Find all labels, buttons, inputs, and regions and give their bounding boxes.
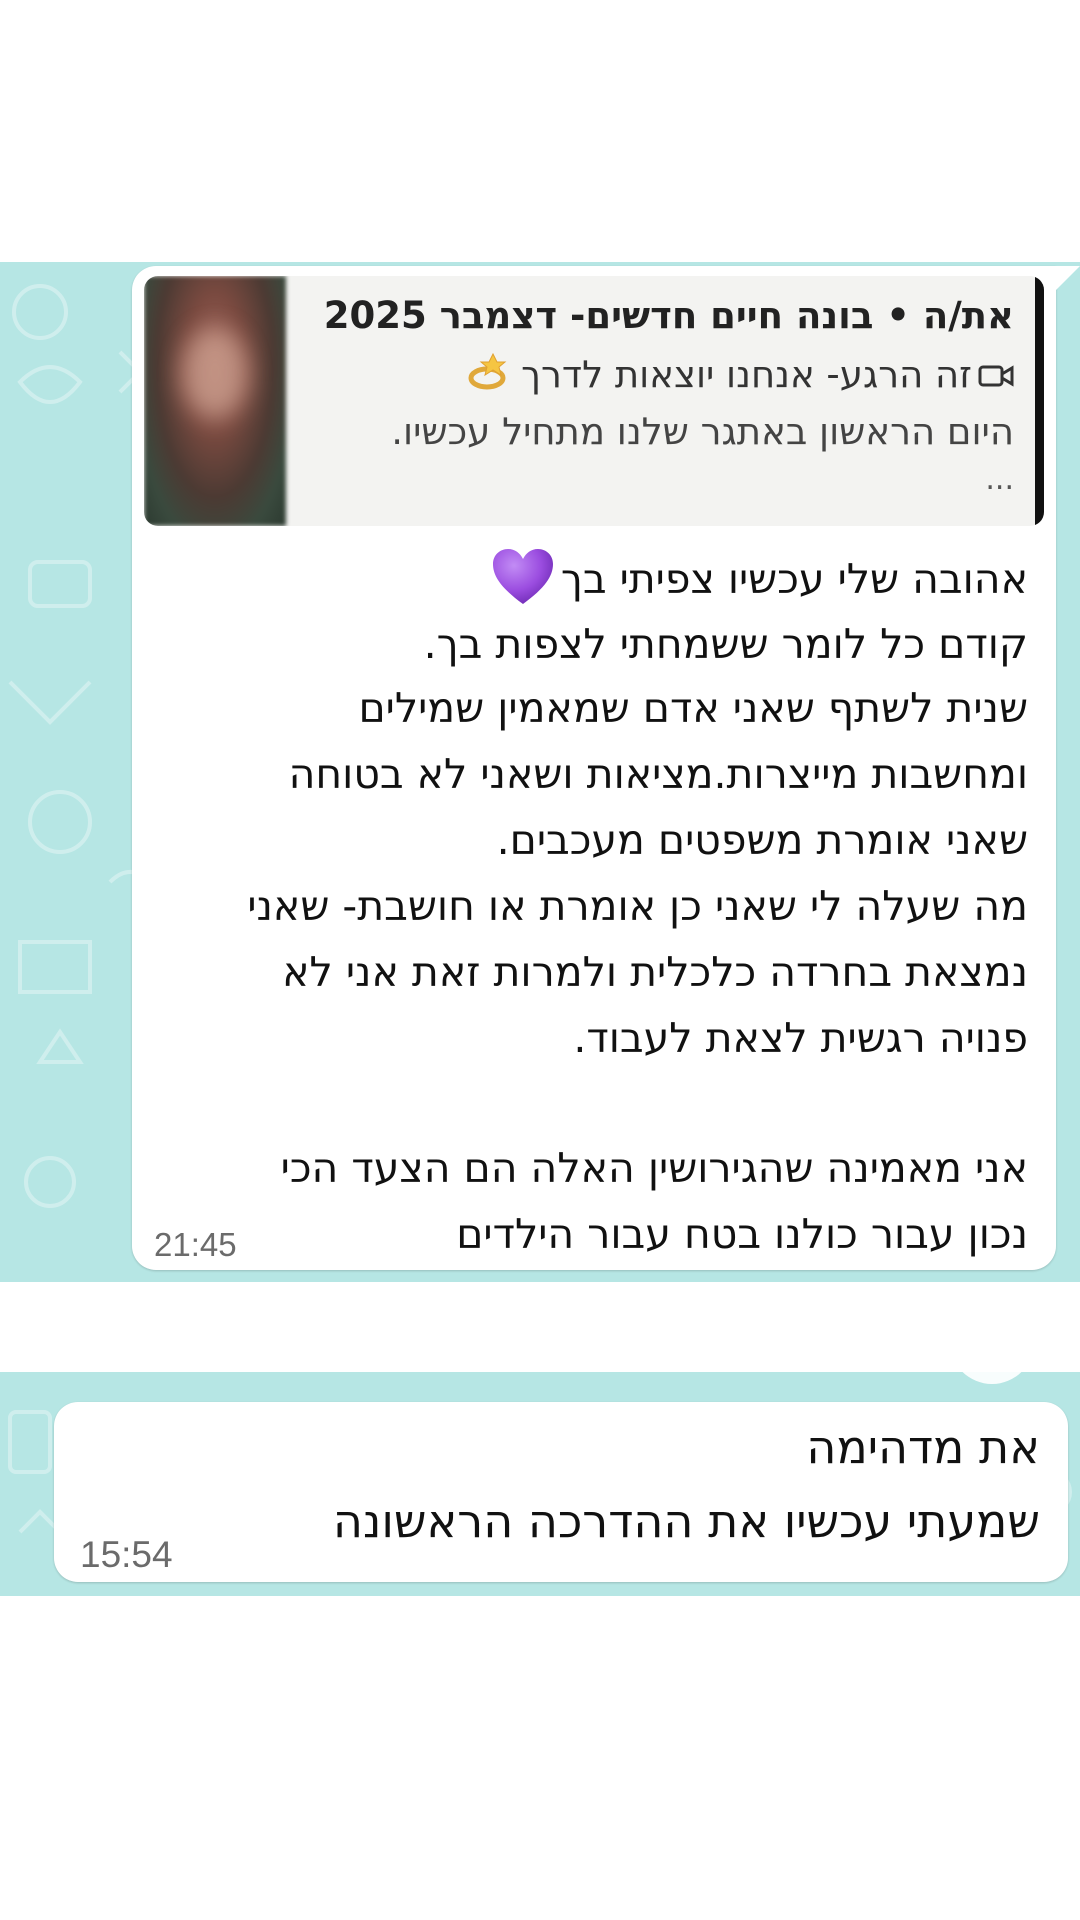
message-line: אני מאמינה שהגירושין האלה הם הצעד הכי [280, 1144, 1028, 1192]
message-line: שנית לשתף שאני אדם שמאמין שמילים [358, 684, 1028, 732]
purple-heart-icon [491, 548, 555, 616]
message-timestamp: 15:54 [80, 1534, 173, 1575]
message-line: שמעתי עכשיו את ההדרכה הראשונה [332, 1494, 1040, 1548]
quoted-message-preview[interactable]: את/ה • בונה חיים חדשים- דצמבר 2025 זה הר… [144, 276, 1044, 526]
message-line: נכון עבור כולנו בטח עבור הילדים [456, 1210, 1028, 1258]
quote-accent-bar [1035, 276, 1044, 526]
video-camera-icon [978, 355, 1014, 398]
bubble-tail [1054, 266, 1080, 292]
message-line: את מדהימה [806, 1420, 1040, 1474]
message-line: קודם כל לומר ששמחתי לצפות בך. [423, 620, 1028, 668]
quoted-subtitle: זה הרגע- אנחנו יוצאות לדרך [467, 352, 1014, 401]
quoted-channel-title: את/ה • בונה חיים חדשים- דצמבר 2025 [323, 294, 1014, 337]
message-line: אהובה שלי עכשיו צפיתי בך [491, 548, 1028, 616]
message-line: ומחשבות מייצרות.מציאות ושאני לא בטוחה [288, 750, 1028, 798]
quoted-body-text: היום הראשון באתגר שלנו מתחיל עכשיו. [391, 410, 1014, 453]
screenshot-page: את/ה • בונה חיים חדשים- דצמבר 2025 זה הר… [0, 0, 1080, 1920]
message-line: נמצאת בחרדה כלכלית ולמרות זאת אני לא [282, 948, 1028, 996]
ring-icon [467, 352, 511, 401]
message-line: מה שעלה לי שאני כן אומרת או חושבת- שאני [247, 882, 1028, 930]
message-timestamp: 21:45 [154, 1226, 237, 1263]
message-text: את מדהימה שמעתי עכשיו את ההדרכה הראשונה [140, 1420, 1040, 1570]
message-text: אהובה שלי עכשיו צפיתי בך קודם כל לומר שש… [148, 548, 1028, 1258]
message-line: פנויה רגשית לצאת לעבוד. [573, 1014, 1028, 1062]
message-line: שאני אומרת משפטים מעכבים. [496, 816, 1028, 864]
blurred-avatar [182, 328, 248, 418]
quoted-ellipsis: ... [985, 462, 1014, 497]
